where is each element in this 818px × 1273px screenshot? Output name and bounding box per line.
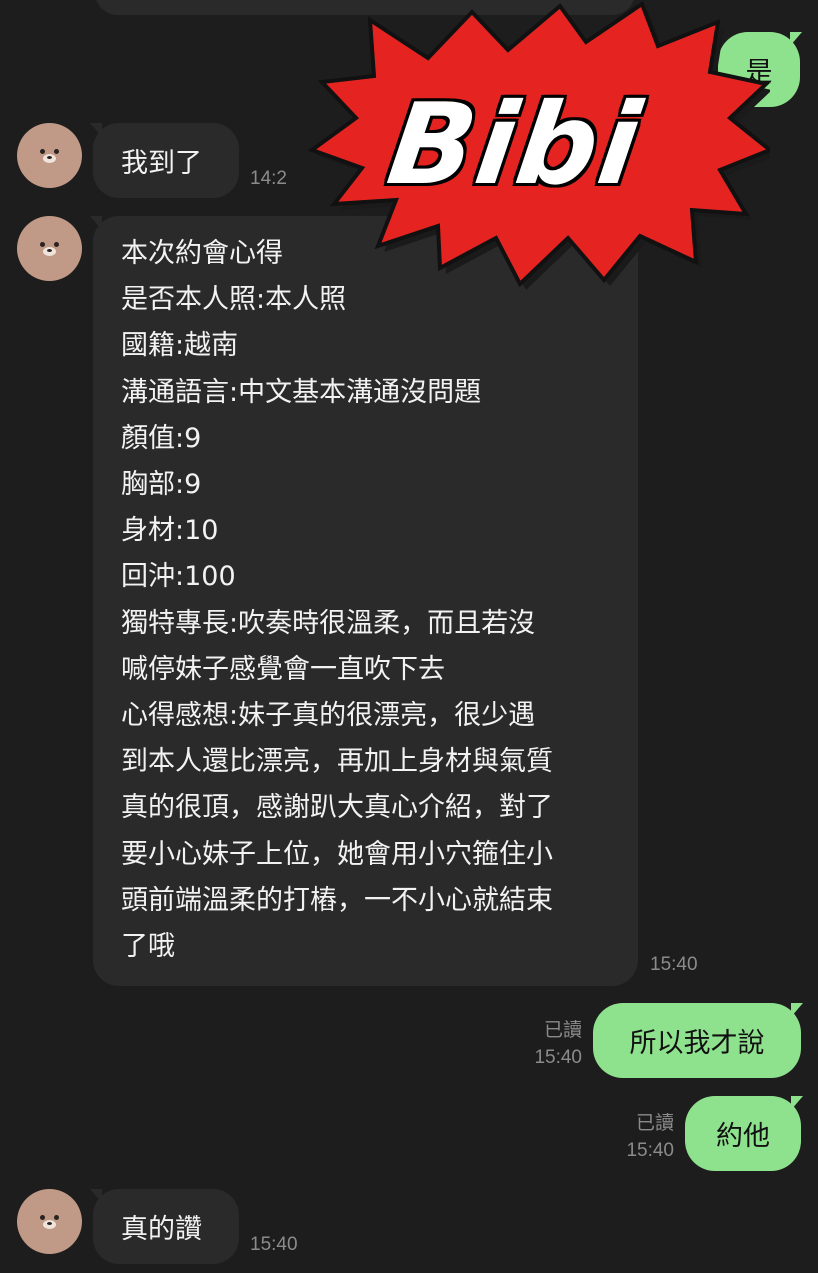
avatar-snout	[43, 247, 56, 256]
message-line: 溝通語言:中文基本溝通沒問題	[121, 376, 482, 408]
avatar-eye	[54, 149, 59, 154]
incoming-message-long[interactable]: 本次約會心得 是否本人照:本人照 國籍:越南 溝通語言:中文基本溝通沒問題 顏值…	[93, 216, 638, 986]
timestamp: 14:2	[250, 168, 287, 189]
incoming-message[interactable]: 真的讚	[93, 1189, 239, 1264]
message-text: 約他	[716, 1121, 770, 1152]
avatar-nose	[47, 1222, 52, 1225]
bubble-tail	[791, 1003, 803, 1017]
read-receipt: 已讀	[543, 1020, 582, 1041]
message-text: 我到了	[121, 148, 202, 179]
avatar-eye	[40, 242, 45, 247]
bubble-tail	[90, 216, 102, 230]
incoming-message[interactable]: 我到了	[93, 123, 239, 198]
avatar-eye	[40, 149, 45, 154]
bubble-tail	[790, 32, 802, 46]
avatar[interactable]	[17, 216, 82, 281]
timestamp: 15:40	[650, 954, 698, 975]
message-line: 了哦	[121, 931, 175, 963]
message-line: 胸部:9	[121, 469, 202, 501]
timestamp: 15:40	[626, 1140, 674, 1161]
avatar-eye	[54, 242, 59, 247]
read-receipt: 已讀	[635, 1113, 674, 1134]
message-text: 真的讚	[121, 1214, 202, 1245]
message-line: 要小心妹子上位，她會用小穴箍住小	[121, 838, 553, 870]
outgoing-message[interactable]: 約他	[685, 1096, 801, 1171]
message-meta: 已讀 15:40	[520, 1017, 582, 1071]
avatar-snout	[43, 1220, 56, 1229]
message-line: 顏值:9	[121, 422, 202, 454]
message-line: 回沖:100	[121, 561, 236, 593]
avatar[interactable]	[17, 123, 82, 188]
bubble-tail	[90, 123, 102, 137]
message-line: 身材:10	[121, 515, 219, 547]
watermark-label: Bibi	[380, 80, 650, 210]
message-line: 心得感想:妹子真的很漂亮，很少遇	[121, 700, 536, 732]
avatar-eye	[40, 1215, 45, 1220]
avatar[interactable]	[17, 1189, 82, 1254]
message-text: 所以我才說	[629, 1028, 765, 1059]
outgoing-message[interactable]: 所以我才說	[593, 1003, 801, 1078]
timestamp: 15:40	[534, 1047, 582, 1068]
message-line: 到本人還比漂亮，再加上身材與氣質	[121, 746, 553, 778]
message-meta: 已讀 15:40	[612, 1110, 674, 1164]
message-line: 國籍:越南	[121, 330, 239, 362]
message-line: 真的很頂，感謝趴大真心介紹，對了	[121, 792, 553, 824]
timestamp: 15:40	[250, 1234, 298, 1255]
bubble-tail	[90, 1189, 102, 1203]
avatar-nose	[47, 156, 52, 159]
message-line: 喊停妹子感覺會一直吹下去	[121, 653, 445, 685]
avatar-eye	[54, 1215, 59, 1220]
avatar-snout	[43, 154, 56, 163]
message-line: 頭前端溫柔的打樁，一不小心就結束	[121, 884, 553, 916]
message-line: 獨特專長:吹奏時很溫柔，而且若沒	[121, 607, 536, 639]
avatar-nose	[47, 249, 52, 252]
bubble-tail	[791, 1096, 803, 1110]
